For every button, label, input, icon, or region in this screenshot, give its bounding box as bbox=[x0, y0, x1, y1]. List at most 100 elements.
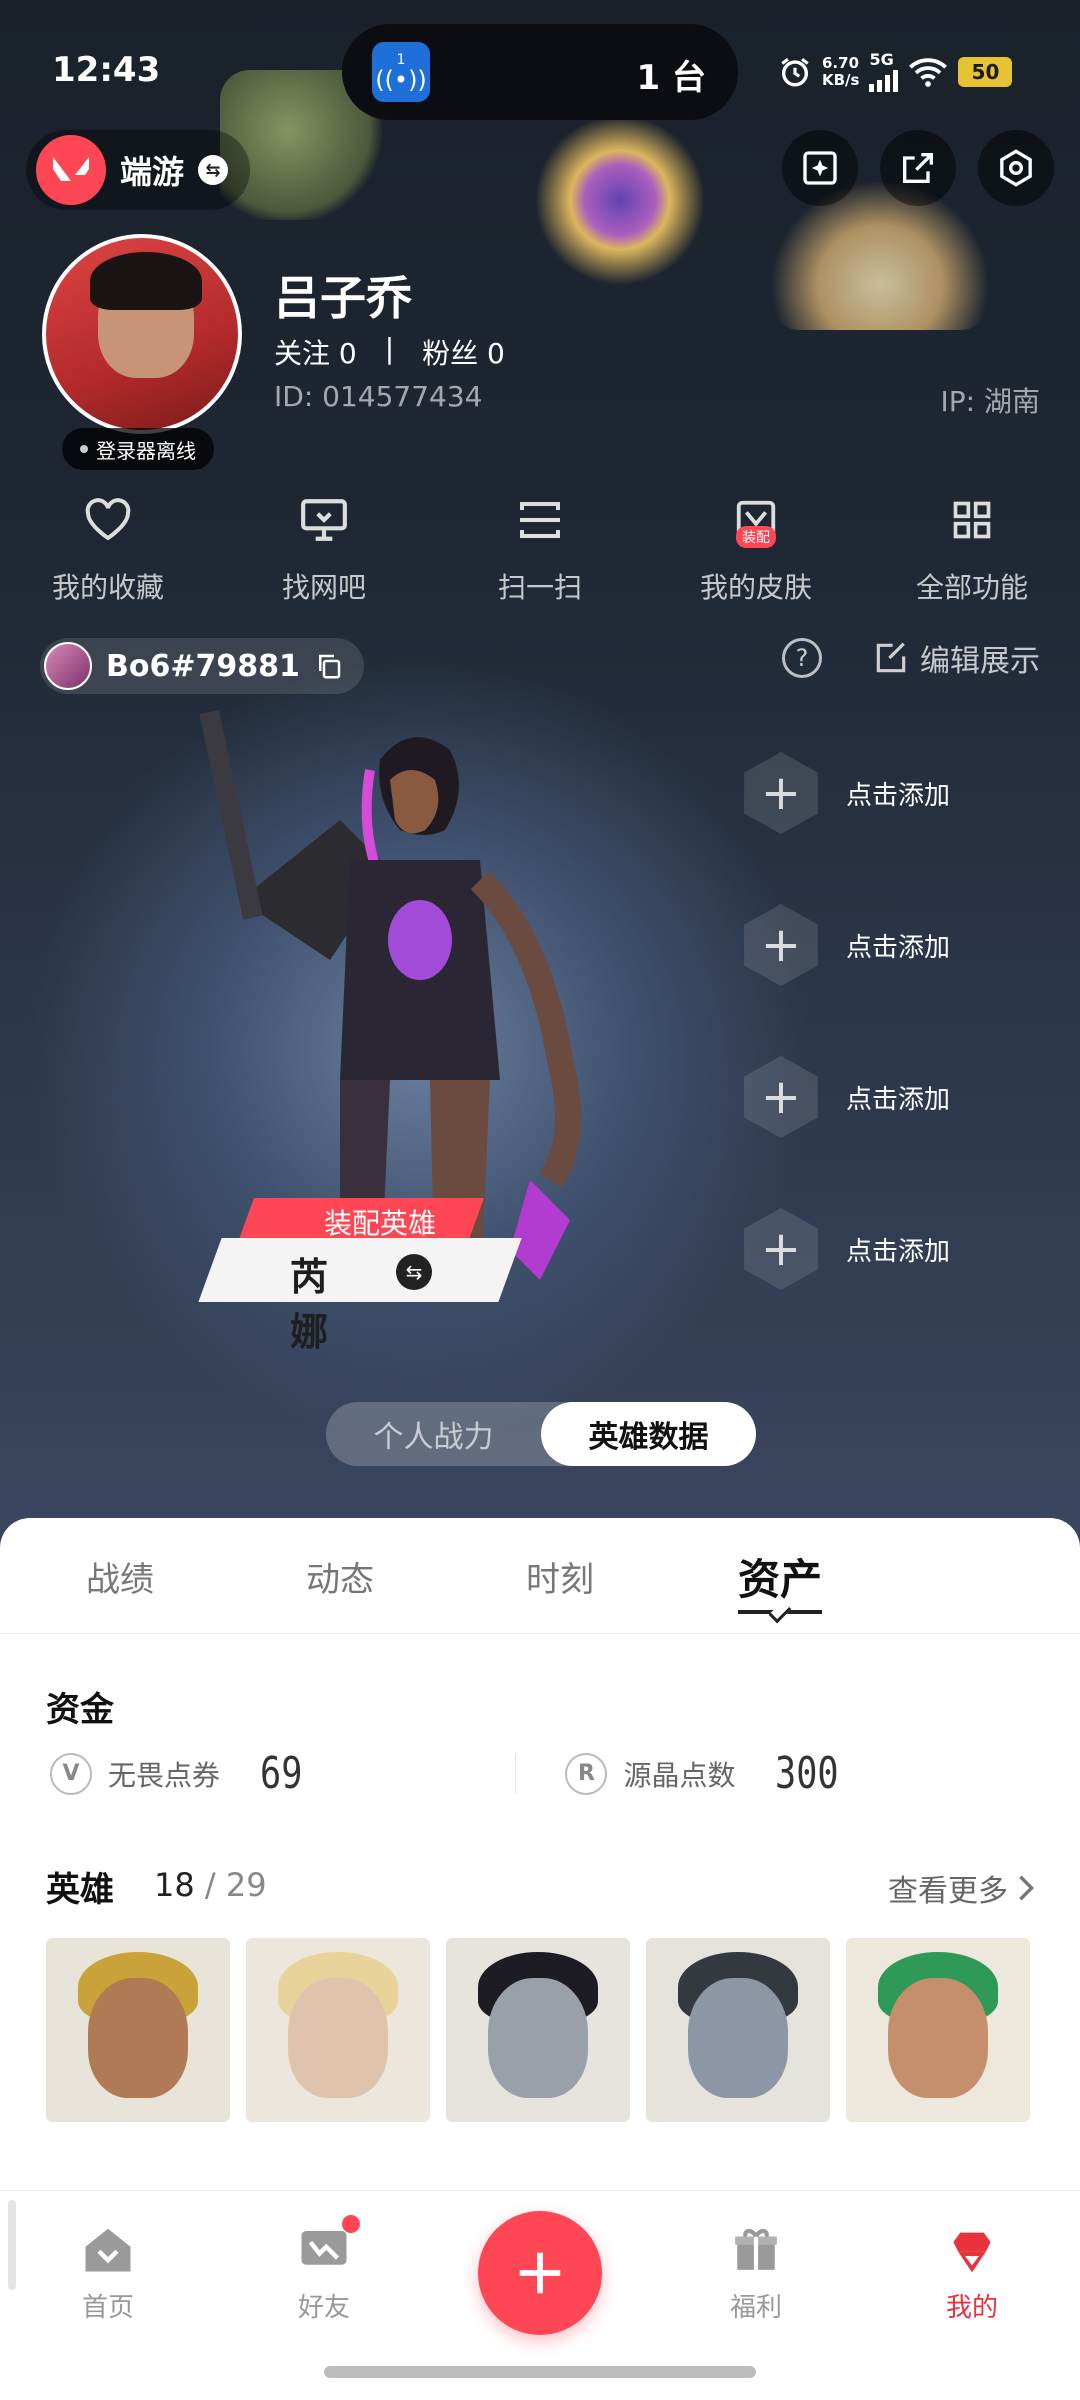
fund-value: 69 bbox=[260, 1748, 303, 1799]
launcher-status-badge: 登录器离线 bbox=[62, 428, 214, 470]
stats-toggle: 个人战力 英雄数据 bbox=[326, 1402, 756, 1466]
dynamic-island[interactable]: 1 ((•)) 1 台 bbox=[342, 24, 738, 120]
net-speed: 6.70 KB/s bbox=[822, 55, 859, 89]
plus-icon: + bbox=[744, 752, 818, 834]
heroes-owned: 18 bbox=[154, 1866, 195, 1904]
riot-id-chip[interactable]: Bo6#79881 bbox=[40, 638, 364, 694]
add-showcase-slot[interactable]: + 点击添加 bbox=[740, 752, 950, 834]
toggle-personal-power[interactable]: 个人战力 bbox=[326, 1402, 541, 1466]
heroes-title: 英雄 bbox=[46, 1870, 114, 1910]
agent-name: 芮娜 bbox=[290, 1255, 329, 1354]
heart-icon bbox=[78, 490, 138, 550]
help-icon[interactable]: ? bbox=[782, 638, 822, 678]
plus-icon: + bbox=[744, 1208, 818, 1290]
hero-card[interactable] bbox=[846, 1938, 1030, 2122]
fans-count[interactable]: 粉丝 0 bbox=[422, 332, 505, 372]
tab-assets-label: 资产 bbox=[737, 1555, 822, 1604]
nav-label: 福利 bbox=[729, 2293, 782, 2323]
monitor-icon bbox=[294, 490, 354, 550]
swap-icon: ⇆ bbox=[198, 155, 229, 185]
scroll-indicator bbox=[8, 2200, 16, 2290]
user-id: ID: 014577434 bbox=[274, 380, 483, 413]
hero-card[interactable] bbox=[46, 1938, 230, 2122]
active-tab-notch bbox=[768, 1600, 792, 1624]
sparkle-card-icon bbox=[803, 151, 837, 185]
toggle-agent-data[interactable]: 英雄数据 bbox=[541, 1402, 756, 1466]
see-more-label: 查看更多 bbox=[888, 1874, 1008, 1909]
plus-icon bbox=[519, 2252, 561, 2294]
game-switcher[interactable]: 端游 ⇆ bbox=[26, 130, 251, 210]
share-button[interactable] bbox=[880, 130, 956, 206]
slot-label: 点击添加 bbox=[846, 780, 951, 811]
following-count[interactable]: 关注 0 bbox=[274, 332, 357, 372]
sparkle-card-button[interactable] bbox=[782, 130, 858, 206]
system-icons: 6.70 KB/s 5G 50 bbox=[778, 50, 1013, 94]
user-name: 吕子乔 bbox=[274, 271, 412, 325]
fund-label: 无畏点券 bbox=[108, 1758, 221, 1792]
fund-radianite: R 源晶点数 300 bbox=[565, 1748, 1030, 1799]
header-actions bbox=[782, 130, 1054, 206]
nav-label: 好友 bbox=[297, 2293, 350, 2323]
hero-card[interactable] bbox=[246, 1938, 430, 2122]
tab-activity[interactable]: 动态 bbox=[230, 1518, 450, 1633]
nav-home[interactable]: 首页 bbox=[28, 2221, 188, 2324]
notification-dot bbox=[342, 2215, 360, 2233]
scan-icon bbox=[510, 490, 570, 550]
quick-action-label: 扫一扫 bbox=[497, 571, 582, 604]
net-speed-value: 6.70 bbox=[822, 54, 860, 72]
chevron-right-icon bbox=[1019, 1875, 1035, 1901]
add-showcase-slot[interactable]: + 点击添加 bbox=[740, 904, 950, 986]
quick-action-label: 我的收藏 bbox=[51, 571, 164, 604]
edit-display-label: 编辑展示 bbox=[920, 644, 1040, 679]
riot-avatar bbox=[44, 642, 92, 690]
avatar[interactable] bbox=[42, 234, 242, 434]
copy-icon[interactable] bbox=[314, 651, 344, 681]
battery-icon: 50 bbox=[958, 57, 1013, 87]
network-type: 5G bbox=[869, 50, 894, 69]
nav-label: 我的 bbox=[945, 2293, 998, 2323]
signal-icon bbox=[869, 68, 899, 92]
nav-friends[interactable]: 好友 bbox=[244, 2215, 404, 2324]
hero-card[interactable] bbox=[446, 1938, 630, 2122]
tab-assets[interactable]: 资产 bbox=[670, 1518, 890, 1633]
fund-value: 300 bbox=[775, 1748, 840, 1799]
quick-actions: 我的收藏 找网吧 扫一扫 装配 我的皮肤 全部功能 bbox=[0, 490, 1080, 606]
see-more-button[interactable]: 查看更多 bbox=[888, 1866, 1036, 1910]
quick-action-all-features[interactable]: 全部功能 bbox=[864, 490, 1080, 606]
edit-display-button[interactable]: 编辑展示 bbox=[872, 636, 1040, 680]
slot-label: 点击添加 bbox=[846, 1236, 951, 1267]
add-showcase-slot[interactable]: + 点击添加 bbox=[740, 1056, 950, 1138]
quick-action-label: 找网吧 bbox=[281, 571, 366, 604]
create-post-button[interactable] bbox=[478, 2211, 602, 2335]
add-showcase-slot[interactable]: + 点击添加 bbox=[740, 1208, 950, 1290]
edit-icon bbox=[876, 642, 906, 673]
quick-action-label: 全部功能 bbox=[915, 571, 1028, 604]
gift-icon bbox=[728, 2221, 784, 2277]
swap-agent-icon[interactable]: ⇆ bbox=[396, 1254, 432, 1290]
quick-action-my-skins[interactable]: 装配 我的皮肤 bbox=[648, 490, 864, 606]
connected-devices-icon: 1 ((•)) bbox=[372, 42, 430, 102]
content-tabs: 战绩 动态 时刻 资产 bbox=[0, 1518, 1080, 1634]
equip-badge: 装配 bbox=[736, 526, 776, 548]
nav-me[interactable]: 我的 bbox=[892, 2221, 1052, 2324]
funds-row: V 无畏点券 69 R 源晶点数 300 bbox=[50, 1748, 1030, 1799]
quick-action-scan[interactable]: 扫一扫 bbox=[432, 490, 648, 606]
valorant-points-icon: V bbox=[50, 1752, 92, 1795]
nav-benefits[interactable]: 福利 bbox=[676, 2221, 836, 2324]
plus-icon: + bbox=[744, 1056, 818, 1138]
status-dot-icon bbox=[80, 445, 88, 453]
quick-action-favorites[interactable]: 我的收藏 bbox=[0, 490, 216, 606]
quick-action-find-cafe[interactable]: 找网吧 bbox=[216, 490, 432, 606]
status-bar: 12:43 1 ((•)) 1 台 6.70 KB/s 5G 50 bbox=[0, 0, 1080, 140]
tab-match-history[interactable]: 战绩 bbox=[10, 1518, 230, 1633]
tab-moments[interactable]: 时刻 bbox=[450, 1518, 670, 1633]
alarm-icon bbox=[781, 58, 809, 87]
settings-button[interactable] bbox=[978, 130, 1054, 206]
hero-card[interactable] bbox=[646, 1938, 830, 2122]
home-indicator[interactable] bbox=[324, 2366, 756, 2378]
showcase-slots: + 点击添加 + 点击添加 + 点击添加 + 点击添加 bbox=[740, 752, 950, 1290]
hero-list bbox=[46, 1938, 1030, 2122]
status-time: 12:43 bbox=[52, 50, 161, 90]
fund-label: 源晶点数 bbox=[623, 1758, 736, 1792]
slot-label: 点击添加 bbox=[846, 1084, 951, 1115]
